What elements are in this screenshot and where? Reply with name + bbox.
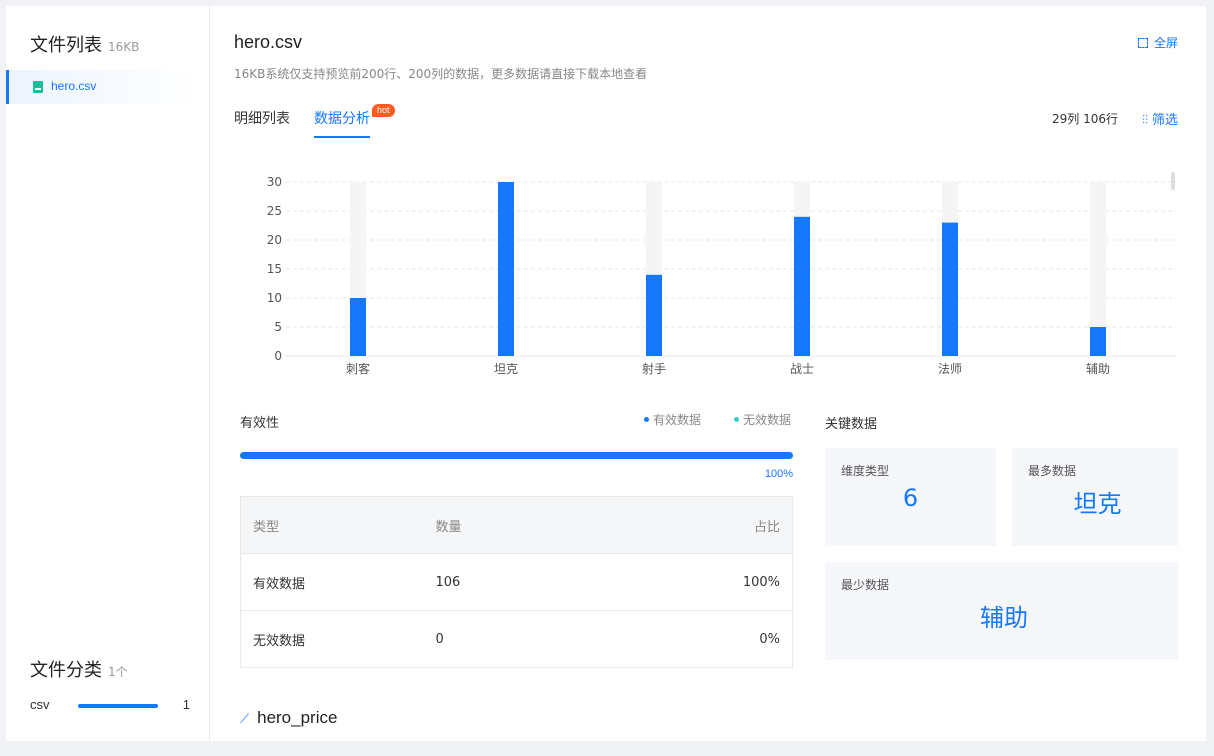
sidebar: 文件列表 16KB hero.csv 文件分类 1个 csv 1 bbox=[6, 6, 210, 741]
x-tick-label: 战士 bbox=[790, 362, 814, 376]
key-card-label: 最多数据 bbox=[1028, 464, 1077, 478]
y-tick-label: 0 bbox=[274, 349, 282, 363]
validity-percent: 100% bbox=[764, 468, 793, 480]
tab-detail-list[interactable]: 明细列表 bbox=[234, 108, 290, 128]
table-cell: 有效数据 bbox=[240, 553, 424, 611]
category-bar bbox=[78, 704, 158, 708]
key-data-title: 关键数据 bbox=[825, 417, 878, 432]
bar-chart: 0 5 10 15 20 25 30 刺客 坦克 射手 战士 法师 辅助 bbox=[267, 175, 1176, 376]
y-tick-label: 20 bbox=[267, 233, 282, 247]
y-tick-label: 10 bbox=[267, 291, 282, 305]
sliders-icon: ⫶⫶ bbox=[1141, 113, 1148, 127]
validity-progress-fill bbox=[240, 452, 793, 459]
y-tick-label: 30 bbox=[267, 175, 282, 189]
y-tick-label: 25 bbox=[267, 204, 282, 218]
validity-table: 类型 数量 占比 有效数据 106 100% 无效数据 0 0% bbox=[240, 496, 793, 668]
x-tick-label: 坦克 bbox=[494, 362, 518, 376]
x-tick-label: 法师 bbox=[938, 362, 962, 376]
table-header: 数量 bbox=[423, 496, 589, 554]
legend-valid[interactable]: 有效数据 bbox=[644, 411, 701, 428]
key-card-value: 坦克 bbox=[1073, 490, 1122, 518]
fullscreen-icon bbox=[1137, 38, 1148, 48]
x-tick-label: 辅助 bbox=[1086, 362, 1110, 376]
csv-file-icon bbox=[33, 81, 43, 93]
category-count: 1个 bbox=[108, 665, 128, 679]
bar bbox=[1090, 327, 1106, 356]
section-hero-price: ⟋ hero_price bbox=[240, 708, 338, 727]
file-list-title: 文件列表 16KB bbox=[30, 35, 140, 56]
category-title: 文件分类 1个 bbox=[30, 660, 128, 681]
key-card-value: 6 bbox=[902, 484, 919, 512]
dimension-count: 29列 106行 bbox=[1052, 112, 1118, 126]
key-card-least-data: 最少数据 辅助 bbox=[825, 562, 1178, 660]
y-tick-label: 5 bbox=[274, 320, 282, 334]
validity-progress-bar bbox=[240, 452, 793, 459]
key-card-value: 辅助 bbox=[980, 604, 1028, 632]
preview-description: 16KB系统仅支持预览前200行、200列的数据，更多数据请直接下载本地查看 bbox=[234, 67, 648, 81]
table-row: 有效数据 106 100% bbox=[240, 553, 793, 611]
table-header-row: 类型 数量 占比 bbox=[240, 496, 793, 554]
file-list-size: 16KB bbox=[108, 40, 140, 54]
key-card-dimension-type: 维度类型 6 bbox=[825, 448, 996, 546]
bar bbox=[646, 274, 662, 356]
table-cell: 106 bbox=[423, 553, 589, 611]
validity-title: 有效性 bbox=[240, 416, 280, 431]
file-item-label: hero.csv bbox=[51, 79, 97, 93]
filter-button[interactable]: ⫶⫶ 筛选 bbox=[1142, 109, 1178, 128]
x-tick-label: 刺客 bbox=[346, 361, 370, 376]
file-item-hero-csv[interactable]: hero.csv bbox=[6, 70, 196, 104]
bar bbox=[498, 182, 514, 356]
table-cell: 0% bbox=[588, 610, 793, 668]
legend-dot-icon bbox=[644, 417, 649, 422]
table-cell: 0 bbox=[423, 610, 589, 668]
y-tick-label: 15 bbox=[267, 262, 282, 276]
bar bbox=[794, 216, 810, 356]
table-header: 占比 bbox=[588, 496, 793, 554]
table-cell: 无效数据 bbox=[240, 610, 424, 668]
main-panel: hero.csv 全屏 16KB系统仅支持预览前200行、200列的数据，更多数… bbox=[234, 6, 1178, 741]
bar bbox=[942, 222, 958, 356]
legend-dot-icon bbox=[734, 417, 739, 422]
fullscreen-button[interactable]: 全屏 bbox=[1137, 34, 1178, 51]
key-card-label: 最少数据 bbox=[841, 578, 890, 592]
hot-badge: hot bbox=[372, 104, 395, 117]
bar bbox=[350, 298, 366, 356]
tab-data-analysis[interactable]: 数据分析 bbox=[314, 108, 370, 138]
page-title: hero.csv bbox=[234, 32, 303, 52]
key-card-most-data: 最多数据 坦克 bbox=[1012, 448, 1178, 546]
category-row-csv[interactable]: csv 1 bbox=[30, 696, 190, 716]
table-row: 无效数据 0 0% bbox=[240, 610, 793, 668]
table-cell: 100% bbox=[588, 553, 793, 611]
category-file-count: 1 bbox=[182, 697, 190, 712]
key-card-label: 维度类型 bbox=[841, 464, 890, 478]
category-name: csv bbox=[30, 697, 50, 712]
app-frame: 文件列表 16KB hero.csv 文件分类 1个 csv 1 hero.csv … bbox=[6, 6, 1206, 741]
x-tick-label: 射手 bbox=[642, 361, 666, 376]
table-header: 类型 bbox=[240, 496, 424, 554]
legend-invalid[interactable]: 无效数据 bbox=[734, 411, 791, 428]
scrollbar-thumb[interactable] bbox=[1171, 172, 1175, 190]
line-chart-icon: ⟋ bbox=[240, 711, 250, 726]
